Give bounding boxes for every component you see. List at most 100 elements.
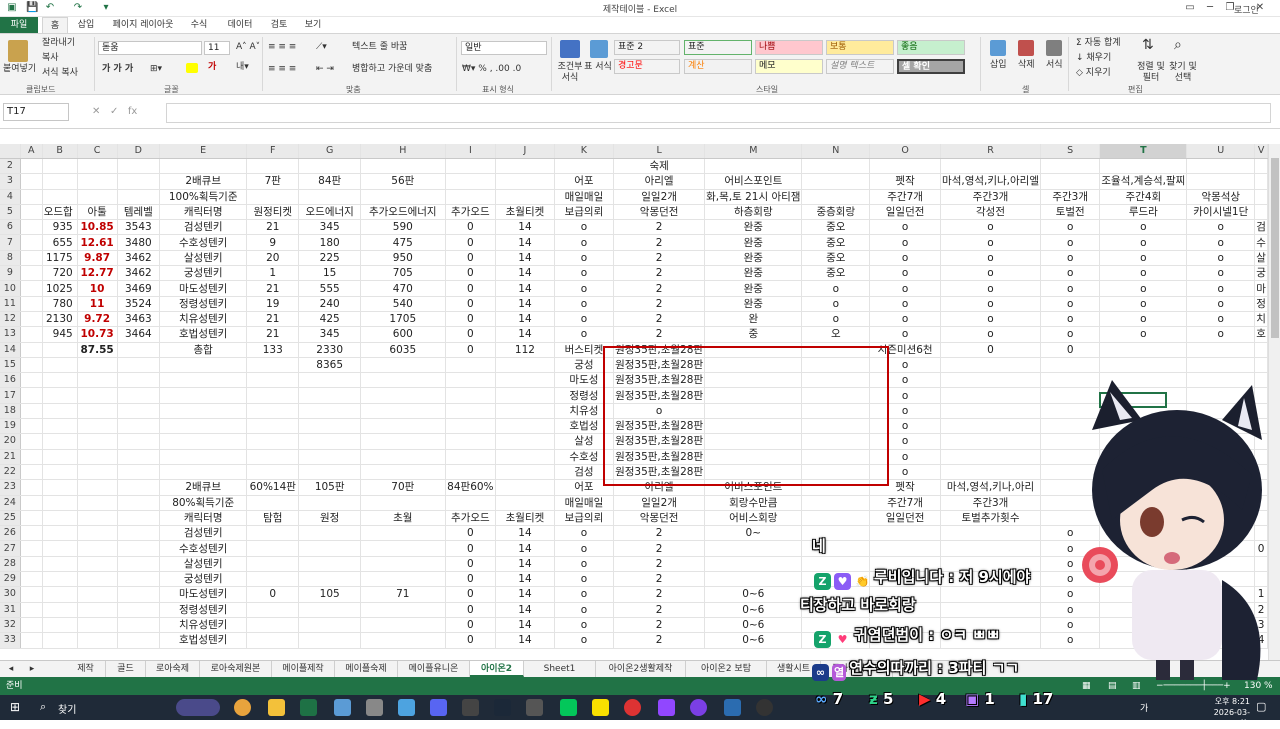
cell[interactable]: 악몽던전: [613, 510, 706, 527]
cell[interactable]: [495, 173, 555, 190]
cell[interactable]: o: [1040, 556, 1101, 573]
cell[interactable]: o: [1099, 311, 1188, 328]
cell[interactable]: 템레벨: [117, 204, 161, 221]
cell[interactable]: 11: [77, 296, 118, 312]
cell[interactable]: 일일2개: [613, 189, 706, 205]
cell[interactable]: 악몽석상: [1186, 189, 1256, 205]
cancel-icon[interactable]: ✕: [92, 106, 100, 117]
cell[interactable]: [298, 418, 362, 435]
cell[interactable]: 2: [613, 250, 706, 267]
cell[interactable]: [940, 540, 1041, 557]
cell[interactable]: [940, 586, 1041, 603]
cell[interactable]: 21: [246, 311, 300, 328]
cell[interactable]: 14: [495, 280, 555, 297]
cell[interactable]: [20, 204, 43, 221]
cell[interactable]: [360, 418, 446, 435]
cell[interactable]: [869, 556, 942, 573]
cell[interactable]: [159, 372, 248, 389]
cell[interactable]: 추가오드에너지: [360, 204, 446, 221]
cell[interactable]: o: [554, 219, 615, 236]
cell[interactable]: o: [1040, 617, 1101, 634]
cell[interactable]: o: [1186, 265, 1256, 282]
cell[interactable]: [1254, 464, 1268, 481]
cell[interactable]: 정령성텐키: [159, 602, 248, 618]
conditional-format-icon[interactable]: [560, 40, 580, 58]
cell[interactable]: [940, 357, 1041, 374]
cell[interactable]: [298, 525, 362, 542]
cell[interactable]: [117, 525, 161, 542]
cell[interactable]: [445, 189, 497, 205]
cell[interactable]: 0: [445, 280, 497, 297]
cell[interactable]: [704, 158, 803, 175]
style-calculation[interactable]: 계산: [684, 59, 752, 74]
cell[interactable]: [298, 632, 362, 649]
cell[interactable]: 주간4회: [1099, 189, 1188, 205]
cell[interactable]: [42, 357, 78, 374]
cell[interactable]: 숙제: [613, 158, 706, 175]
cell[interactable]: 56판: [360, 173, 446, 190]
delete-cells-button[interactable]: 삭제: [1018, 60, 1035, 71]
cell[interactable]: 어포: [554, 479, 615, 496]
number-format-select[interactable]: 일반: [461, 41, 547, 55]
cell[interactable]: 935: [42, 219, 78, 236]
cell[interactable]: [801, 571, 871, 588]
row-header[interactable]: 30: [0, 586, 21, 603]
cell[interactable]: [20, 617, 43, 634]
column-header[interactable]: R: [940, 144, 1041, 159]
cell[interactable]: 오: [801, 326, 871, 343]
cell[interactable]: 총합: [159, 342, 248, 358]
cell[interactable]: [42, 418, 78, 435]
cell[interactable]: o: [869, 280, 942, 297]
cell[interactable]: [117, 418, 161, 435]
cell[interactable]: [801, 418, 871, 435]
cell[interactable]: [20, 510, 43, 527]
cell[interactable]: [20, 387, 43, 404]
format-cells-button[interactable]: 서식: [1046, 60, 1063, 71]
cell[interactable]: o: [1099, 280, 1188, 297]
cell[interactable]: o: [869, 433, 942, 450]
cell[interactable]: [1254, 403, 1268, 420]
app-icon[interactable]: [334, 699, 351, 716]
cell[interactable]: [801, 510, 871, 527]
excel-icon[interactable]: [300, 699, 317, 716]
cell[interactable]: 0~: [704, 525, 803, 542]
cell[interactable]: [1186, 586, 1256, 603]
row-header[interactable]: 25: [0, 510, 21, 527]
cell[interactable]: 살성텐키: [159, 556, 248, 573]
cell[interactable]: 425: [298, 311, 362, 328]
column-header[interactable]: J: [495, 144, 555, 159]
cell[interactable]: [704, 433, 803, 450]
cell[interactable]: [77, 189, 118, 205]
discord-icon[interactable]: [430, 699, 447, 716]
cell[interactable]: 토벌추가횟수: [940, 510, 1041, 527]
style-good[interactable]: 좋음: [897, 40, 965, 55]
cell[interactable]: [1186, 540, 1256, 557]
cell[interactable]: 각성전: [940, 204, 1041, 221]
cell[interactable]: o: [940, 265, 1041, 282]
cell[interactable]: [20, 357, 43, 374]
ime-indicator[interactable]: 가: [1140, 701, 1148, 714]
cell[interactable]: o: [940, 234, 1041, 251]
cell[interactable]: 일일2개: [613, 495, 706, 511]
normal-view-icon[interactable]: ▦: [1082, 677, 1091, 695]
cell[interactable]: [704, 357, 803, 374]
style-normal[interactable]: 표준: [684, 40, 752, 55]
cell[interactable]: 궁성텐키: [159, 265, 248, 282]
cell[interactable]: [246, 357, 300, 374]
cell[interactable]: [298, 403, 362, 420]
cell[interactable]: o: [869, 357, 942, 374]
cell[interactable]: 매일매일: [554, 189, 615, 205]
cell[interactable]: o: [869, 403, 942, 420]
cell[interactable]: [246, 372, 300, 389]
cell[interactable]: [42, 372, 78, 389]
cell[interactable]: 1: [1254, 586, 1268, 603]
cell[interactable]: 2: [613, 525, 706, 542]
cell[interactable]: 0~6: [704, 617, 803, 634]
cell[interactable]: [704, 387, 803, 404]
select-all-corner[interactable]: [0, 144, 21, 159]
cell[interactable]: 0: [445, 311, 497, 328]
cell[interactable]: [42, 586, 78, 603]
sort-icon[interactable]: ⇅: [1142, 38, 1154, 52]
cell[interactable]: 2: [613, 617, 706, 634]
cell[interactable]: [117, 357, 161, 374]
